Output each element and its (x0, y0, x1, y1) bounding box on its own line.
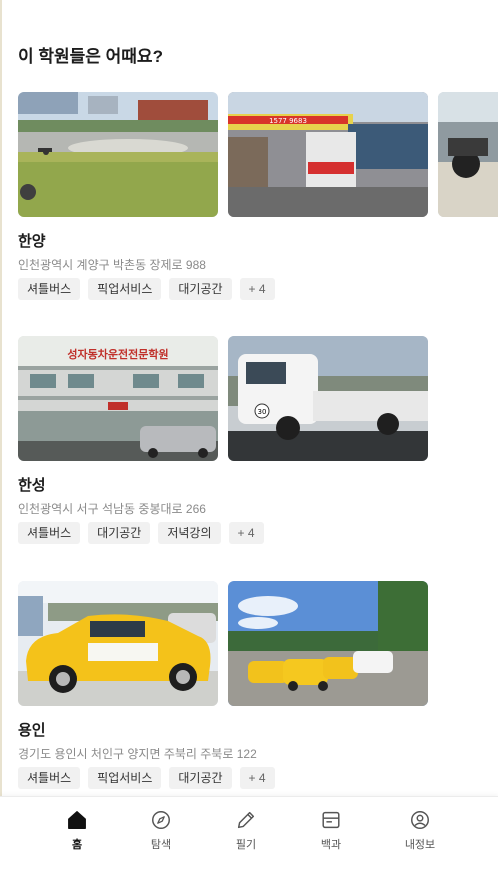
nav-label: 홈 (71, 839, 83, 851)
nav-label: 필기 (235, 839, 257, 851)
nav-label: 탐색 (150, 839, 172, 851)
photo-carousel[interactable]: 1577 9683 (18, 92, 498, 217)
section-title: 이 학원들은 어때요? (18, 47, 163, 66)
training-truck-photo: 30 (228, 336, 428, 461)
sign-text: 성자동차운전전문학원 (67, 347, 168, 361)
academy-photo[interactable]: 성자동차운전전문학원 (18, 336, 218, 461)
more-tags-chip[interactable]: + 4 (228, 522, 264, 544)
academy-photo[interactable] (18, 92, 218, 217)
nav-label: 내정보 (404, 839, 436, 851)
academy-photo[interactable]: 30 (228, 336, 428, 461)
tag-list: 셔틀버스 대기공간 저녁강의 + 4 (18, 522, 264, 544)
driving-course-photo (18, 92, 218, 217)
academy-storefront-photo: 1577 9683 (228, 92, 428, 217)
academy-address: 경기도 용인시 처인구 양지면 주북리 주북로 122 (18, 747, 257, 761)
compass-icon (152, 811, 170, 829)
academy-card-hansung[interactable]: 성자동차운전전문학원 30 한성 인천광역시 서구 석남동 중봉대로 266 셔… (18, 336, 498, 544)
tag-chip: 저녁강의 (158, 522, 221, 544)
nav-explore[interactable]: 탐색 (126, 809, 196, 852)
tag-chip: 대기공간 (169, 767, 232, 789)
academy-name[interactable]: 한양 (18, 230, 46, 251)
tag-chip: 셔틀버스 (18, 522, 81, 544)
bottom-nav: 홈 탐색 필기 백과 내정보 (0, 796, 498, 872)
academy-address: 인천광역시 계양구 박촌동 장제로 988 (18, 258, 206, 272)
training-course-cars-photo (228, 581, 428, 706)
pencil-icon (237, 811, 255, 829)
nav-encyclopedia[interactable]: 백과 (296, 809, 366, 852)
motorcycle-photo (438, 92, 498, 217)
academy-photo[interactable] (18, 581, 218, 706)
tag-chip: 대기공간 (169, 278, 232, 300)
tag-chip: 픽업서비스 (88, 278, 162, 300)
academy-building-photo: 성자동차운전전문학원 (18, 336, 218, 461)
nav-my-info[interactable]: 내정보 (385, 809, 455, 852)
sign-text: 1577 9683 (269, 117, 307, 125)
academy-photo[interactable] (438, 92, 498, 217)
academy-address: 인천광역시 서구 석남동 중봉대로 266 (18, 502, 206, 516)
more-tags-chip[interactable]: + 4 (239, 278, 275, 300)
tag-chip: 셔틀버스 (18, 767, 81, 789)
speed-badge-text: 30 (258, 408, 267, 416)
academy-photo[interactable] (228, 581, 428, 706)
tag-list: 셔틀버스 픽업서비스 대기공간 + 4 (18, 767, 275, 789)
photo-carousel[interactable] (18, 581, 498, 706)
nav-label: 백과 (320, 839, 342, 851)
home-icon (68, 811, 86, 829)
yellow-training-car-photo (18, 581, 218, 706)
academy-photo[interactable]: 1577 9683 (228, 92, 428, 217)
nav-home[interactable]: 홈 (42, 809, 112, 852)
photo-carousel[interactable]: 성자동차운전전문학원 30 (18, 336, 498, 461)
academy-card-yongin[interactable]: 용인 경기도 용인시 처인구 양지면 주북리 주북로 122 셔틀버스 픽업서비… (18, 581, 498, 789)
tag-chip: 픽업서비스 (88, 767, 162, 789)
tag-list: 셔틀버스 픽업서비스 대기공간 + 4 (18, 278, 275, 300)
book-icon (322, 811, 340, 829)
academy-name[interactable]: 용인 (18, 719, 46, 740)
tag-chip: 셔틀버스 (18, 278, 81, 300)
tag-chip: 대기공간 (88, 522, 151, 544)
left-border (0, 0, 2, 871)
academy-name[interactable]: 한성 (18, 474, 46, 495)
academy-card-hanyang[interactable]: 1577 9683 한양 인천광역시 계양구 박촌동 장제로 988 셔틀버스 … (18, 92, 498, 300)
more-tags-chip[interactable]: + 4 (239, 767, 275, 789)
nav-written-test[interactable]: 필기 (211, 809, 281, 852)
user-icon (411, 811, 429, 829)
